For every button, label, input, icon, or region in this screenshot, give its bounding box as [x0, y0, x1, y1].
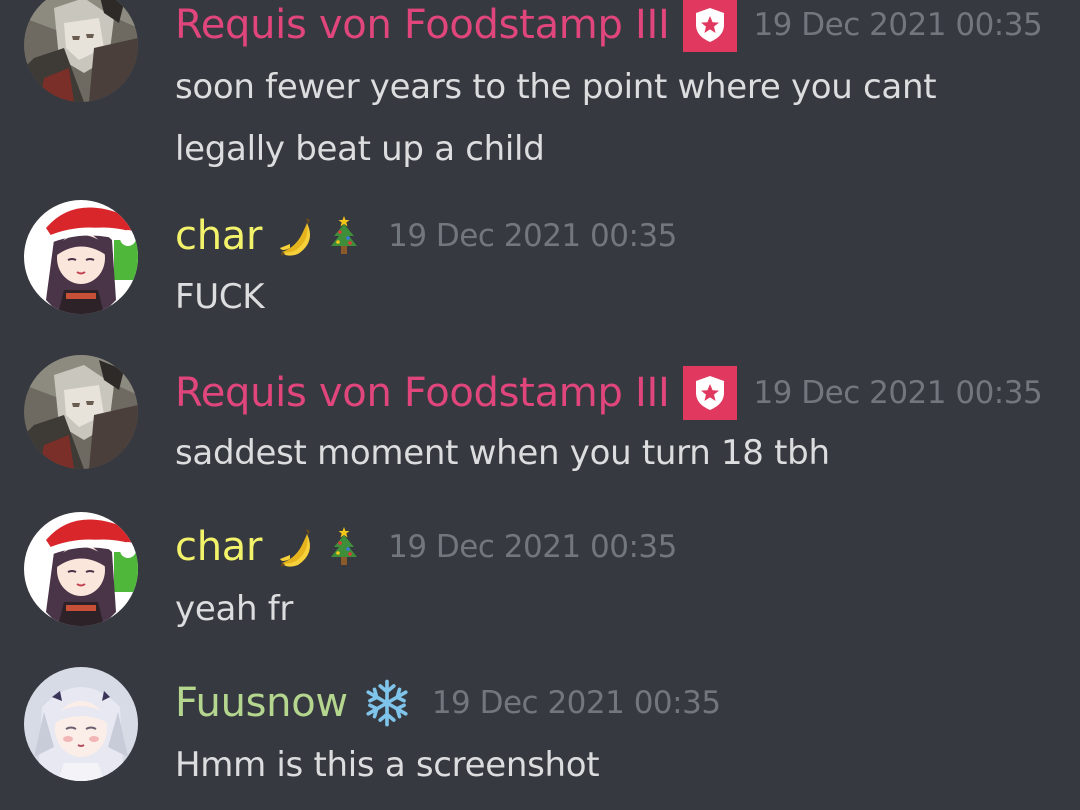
shield-star-icon[interactable]: [683, 366, 738, 420]
timestamp: 19 Dec 2021 00:35: [431, 685, 721, 721]
message-header: Requis von Foodstamp III 19 Dec 2021 00:…: [175, 0, 1043, 52]
timestamp: 19 Dec 2021 00:35: [388, 218, 677, 254]
message-header: char 19 Dec 2021 00:35: [175, 212, 677, 260]
fuusnow-avatar[interactable]: [24, 667, 138, 781]
message-line: soon fewer years to the point where you …: [175, 67, 937, 107]
banana-emoji-icon: [276, 214, 320, 258]
username[interactable]: char: [175, 212, 262, 260]
message-header: Fuusnow 19 Dec 2021 00:35: [175, 678, 721, 728]
username[interactable]: char: [175, 523, 262, 571]
username[interactable]: Requis von Foodstamp III: [175, 369, 670, 417]
requis-avatar[interactable]: [24, 0, 138, 102]
message-content: Hmm is this a screenshot: [175, 734, 1055, 796]
message-content: saddest moment when you turn 18 tbh: [175, 422, 1055, 484]
message-content: soon fewer years to the point where you …: [175, 56, 1055, 180]
banana-emoji-icon: [276, 525, 320, 569]
message-header: char 19 Dec 2021 00:35: [175, 523, 677, 571]
message-content: yeah fr: [175, 578, 1055, 640]
timestamp: 19 Dec 2021 00:35: [753, 7, 1043, 43]
message-line: yeah fr: [175, 589, 294, 629]
username[interactable]: Requis von Foodstamp III: [175, 1, 670, 49]
char-avatar[interactable]: [24, 200, 138, 314]
christmas-tree-emoji-icon: [322, 525, 366, 569]
timestamp: 19 Dec 2021 00:35: [388, 529, 677, 565]
message-line: FUCK: [175, 277, 265, 317]
message-line: Hmm is this a screenshot: [175, 745, 600, 785]
username[interactable]: Fuusnow: [175, 679, 348, 727]
message-content: FUCK: [175, 266, 1055, 328]
christmas-tree-emoji-icon: [322, 214, 366, 258]
shield-star-icon[interactable]: [683, 0, 738, 52]
requis-avatar[interactable]: [24, 355, 138, 469]
timestamp: 19 Dec 2021 00:35: [753, 375, 1043, 411]
message-header: Requis von Foodstamp III 19 Dec 2021 00:…: [175, 366, 1043, 420]
char-avatar[interactable]: [24, 512, 138, 626]
message-line: legally beat up a child: [175, 129, 545, 169]
message-line: saddest moment when you turn 18 tbh: [175, 433, 830, 473]
snowflake-emoji-icon: [362, 678, 412, 728]
